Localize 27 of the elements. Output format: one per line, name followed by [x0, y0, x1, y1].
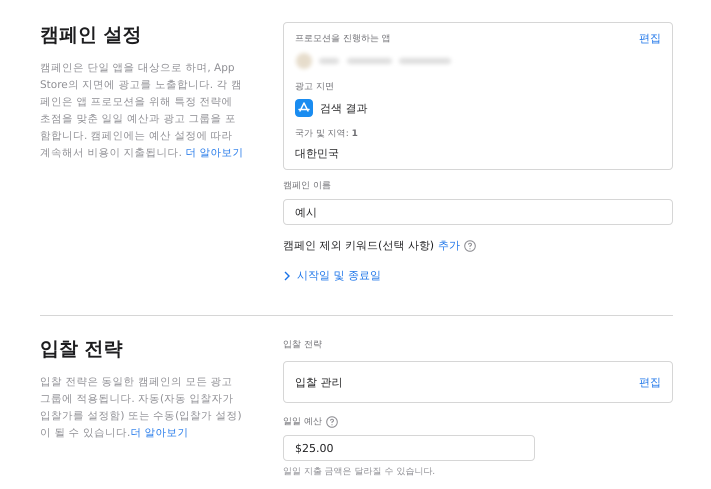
learn-more-link[interactable]: 더 알아보기 [185, 147, 244, 159]
strategy-value: 입찰 관리 [295, 374, 342, 390]
section-description: 캠페인은 단일 앱을 대상으로 하며, App Store의 지면에 광고를 노출합니다. 각 캠페인은 앱 프로모션을 위해 특정 전략에 초점을 맞춘 일일 예산과 광고 그룹을 포함합니다. 캠페인에는 예산 설정에 따라 계속해서 비용이 지출됩니다. 더 알아보기 [40, 61, 245, 161]
learn-more-link[interactable]: 더 알아보기 [130, 427, 189, 439]
help-icon[interactable] [326, 416, 338, 428]
add-link[interactable]: 추가 [438, 238, 460, 253]
placement-value: 검색 결과 [320, 100, 368, 116]
negative-keywords-label: 캠페인 제외 키워드(선택 사항) [283, 238, 434, 253]
campaign-name-field[interactable]: 예시 [283, 199, 673, 225]
field-label: 캠페인 이름 [283, 180, 331, 192]
edit-link[interactable]: 편집 [639, 31, 661, 46]
chevron-icon [283, 270, 291, 280]
section-title: 입찰 전략 [40, 337, 124, 362]
app-store-icon [295, 99, 313, 117]
country-value: 대한민국 [295, 146, 339, 161]
field-label: 입찰 전략 [283, 339, 322, 351]
dates-toggle[interactable]: 시작일 및 종료일 [283, 268, 381, 283]
edit-link[interactable]: 편집 [639, 374, 661, 390]
daily-budget-field[interactable]: $25.00 [283, 435, 535, 461]
field-label: 일일 예산 [283, 416, 322, 428]
section-title: 캠페인 설정 [40, 23, 143, 48]
field-label: 광고 지면 [295, 81, 334, 93]
field-label: 국가 및 지역: 1 [295, 128, 358, 140]
section-description: 입찰 전략은 동일한 캠페인의 모든 광고 그룹에 적용됩니다. 자동(자동 입찰자가 입찰가를 설정함) 또는 수동(입찰가 설정)이 될 수 있습니다.더 알아보기 [40, 375, 243, 441]
budget-note: 일일 지출 금액은 달라질 수 있습니다. [283, 466, 436, 478]
field-label: 프로모션을 진행하는 앱 [295, 33, 391, 45]
help-icon[interactable] [464, 240, 476, 252]
